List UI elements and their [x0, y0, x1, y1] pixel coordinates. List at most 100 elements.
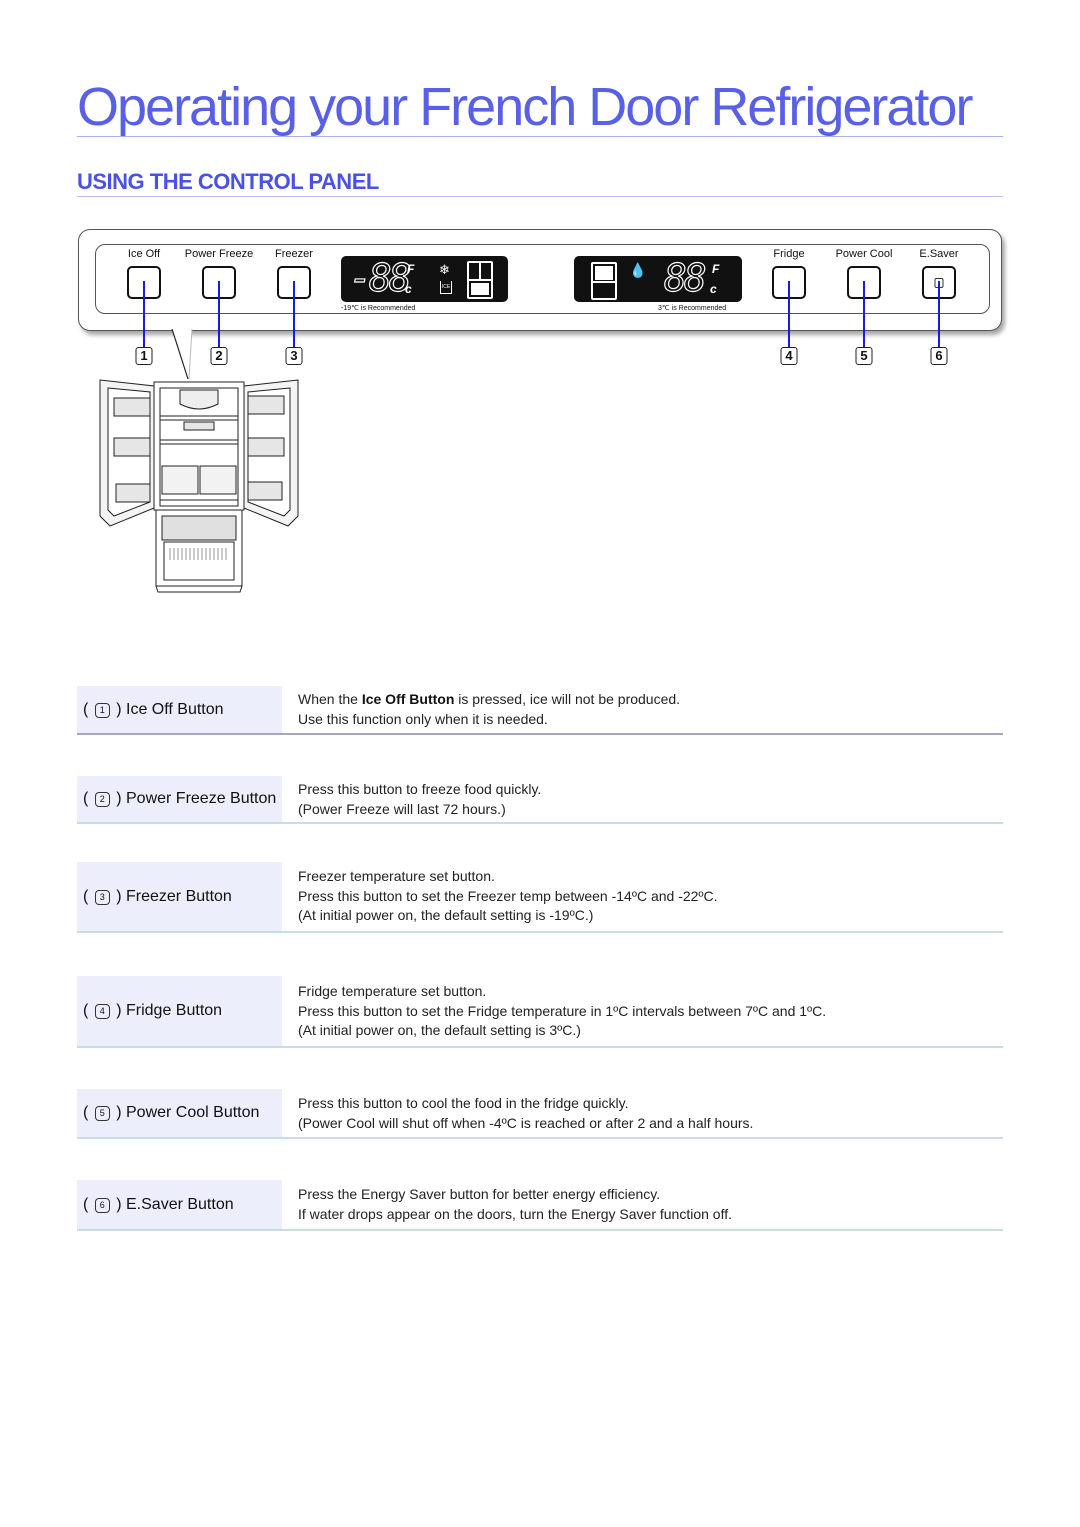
freezer-unit-c: c — [405, 282, 412, 296]
description-text: Press this button to freeze food quickly… — [298, 781, 542, 797]
description-text: (Power Cool will shut off when -4ºC is r… — [298, 1114, 754, 1131]
row-divider — [77, 1229, 1003, 1231]
callout-pointer — [171, 329, 193, 381]
callout-leader-line — [788, 281, 790, 347]
description-text: is pressed, ice will not be produced. — [454, 691, 681, 707]
callout-leader-line — [863, 281, 865, 347]
description-line: (Power Cool will shut off when -4ºC is r… — [298, 1114, 753, 1134]
description-text: Press this button to cool the food in th… — [298, 1095, 629, 1111]
description-text: When the — [298, 691, 362, 707]
description-text: (At initial power on, the default settin… — [298, 1022, 581, 1038]
row-description: Press the Energy Saver button for better… — [298, 1185, 732, 1224]
fridge-display: 💧 88 F c — [574, 256, 742, 302]
fridge-temp-digits: 88 — [663, 256, 707, 300]
e-saver-button-label: E.Saver — [919, 248, 959, 260]
description-text: Fridge temperature set button. — [298, 983, 487, 999]
power-freeze-button-label: Power Freeze — [184, 248, 254, 260]
callout-number-1: 1 — [135, 347, 153, 365]
ice-off-cup-icon: ICE — [440, 281, 452, 294]
water-drop-icon: 💧 — [629, 262, 647, 278]
freezer-unit-f: F — [407, 262, 415, 276]
row-label: ( 2 ) Power Freeze Button — [77, 776, 282, 822]
description-text: If water drops appear on the doors, turn… — [298, 1205, 732, 1222]
row-label: ( 4 ) Fridge Button — [77, 976, 282, 1046]
freezer-button-label: Freezer — [275, 248, 313, 260]
section-title: USING THE CONTROL PANEL — [77, 169, 379, 194]
row-description: Press this button to cool the food in th… — [298, 1094, 753, 1133]
row-description: Fridge temperature set button. Press this… — [298, 982, 826, 1041]
row-label-text: Freezer Button — [126, 888, 232, 905]
callout-number-5: 5 — [855, 347, 873, 365]
callout-number-4: 4 — [780, 347, 798, 365]
row-number-badge: 2 — [94, 792, 110, 807]
description-line: (Power Freeze will last 72 hours.) — [298, 800, 541, 820]
row-number-badge: 5 — [94, 1106, 110, 1121]
description-line: (At initial power on, the default settin… — [298, 1021, 826, 1041]
row-divider — [77, 822, 1003, 824]
freezer-temp-digits: -88 — [348, 256, 412, 300]
button-description-row: ( 5 ) Power Cool Button Press this button… — [77, 1089, 1003, 1139]
row-label-text: E.Saver Button — [126, 1196, 234, 1213]
callout-leader-line — [293, 281, 295, 347]
description-text: Use this function only when it is needed… — [298, 710, 548, 727]
callout-leader-line — [938, 281, 940, 347]
fridge-recommend-text: 3℃ is Recommended — [658, 305, 727, 312]
description-line: Press this button to freeze food quickly… — [298, 780, 541, 800]
row-label: ( 5 ) Power Cool Button — [77, 1089, 282, 1137]
freezer-door-icon — [467, 261, 493, 299]
row-number-badge: 1 — [94, 703, 110, 718]
description-line: Press this button to set the Fridge temp… — [298, 1002, 826, 1022]
description-line: If water drops appear on the doors, turn… — [298, 1205, 732, 1225]
row-description: When the Ice Off Button is pressed, ice … — [298, 690, 680, 729]
fridge-door-icon — [591, 262, 617, 300]
row-divider — [77, 733, 1003, 735]
callout-leader-line — [218, 281, 220, 347]
row-divider — [77, 1046, 1003, 1048]
description-line: (At initial power on, the default settin… — [298, 906, 718, 926]
page-title: Operating your French Door Refrigerator — [77, 77, 973, 137]
button-description-row: ( 2 ) Power Freeze Button Press this butt… — [77, 776, 1003, 824]
section-rule — [77, 196, 1003, 197]
row-label: ( 3 ) Freezer Button — [77, 862, 282, 931]
button-description-row: ( 1 ) Ice Off Button When the Ice Off But… — [77, 686, 1003, 735]
row-number-badge: 3 — [94, 890, 110, 905]
description-line: Fridge temperature set button. — [298, 982, 826, 1002]
row-label-text: Power Cool Button — [126, 1104, 260, 1121]
row-label: ( 6 ) E.Saver Button — [77, 1180, 282, 1229]
description-text: Press this button to set the Freezer tem… — [298, 887, 718, 904]
row-divider — [77, 931, 1003, 933]
row-label-text: Power Freeze Button — [126, 790, 277, 807]
button-description-row: ( 6 ) E.Saver Button Press the Energy Sav… — [77, 1180, 1003, 1231]
description-line: When the Ice Off Button is pressed, ice … — [298, 690, 680, 710]
description-text: (At initial power on, the default settin… — [298, 907, 594, 923]
row-label: ( 1 ) Ice Off Button — [77, 686, 282, 733]
callout-number-3: 3 — [285, 347, 303, 365]
callout-number-6: 6 — [930, 347, 948, 365]
refrigerator-illustration — [99, 379, 299, 593]
description-line: Press this button to set the Freezer tem… — [298, 887, 718, 907]
description-text: Freezer temperature set button. — [298, 868, 495, 884]
fridge-unit-c: c — [710, 282, 717, 296]
callout-leader-line — [143, 281, 145, 347]
freezer-display: -88 F c ❄ ICE — [341, 256, 508, 302]
fridge-button-label: Fridge — [773, 248, 805, 260]
description-line: Use this function only when it is needed… — [298, 710, 680, 730]
power-cool-button-label: Power Cool — [835, 248, 893, 260]
snowflake-icon: ❄ — [439, 262, 450, 277]
description-line: Press the Energy Saver button for better… — [298, 1185, 732, 1205]
freezer-recommend-text: -19℃ is Recommended — [341, 305, 416, 312]
fridge-unit-f: F — [712, 262, 720, 276]
description-emphasis: Ice Off Button — [361, 691, 455, 707]
description-line: Press this button to cool the food in th… — [298, 1094, 753, 1114]
description-text: (Power Freeze will last 72 hours.) — [298, 800, 506, 817]
row-label-text: Fridge Button — [126, 1002, 223, 1019]
title-rule — [77, 136, 1003, 137]
row-description: Freezer temperature set button. Press thi… — [298, 867, 718, 926]
description-line: Freezer temperature set button. — [298, 867, 718, 887]
ice-off-button-label: Ice Off — [127, 248, 161, 260]
callout-number-2: 2 — [210, 347, 228, 365]
description-text: Press this button to set the Fridge temp… — [298, 1002, 827, 1019]
button-description-row: ( 4 ) Fridge Button Fridge temperature se… — [77, 976, 1003, 1048]
row-number-badge: 4 — [94, 1004, 110, 1019]
description-text: Press the Energy Saver button for better… — [298, 1186, 661, 1202]
